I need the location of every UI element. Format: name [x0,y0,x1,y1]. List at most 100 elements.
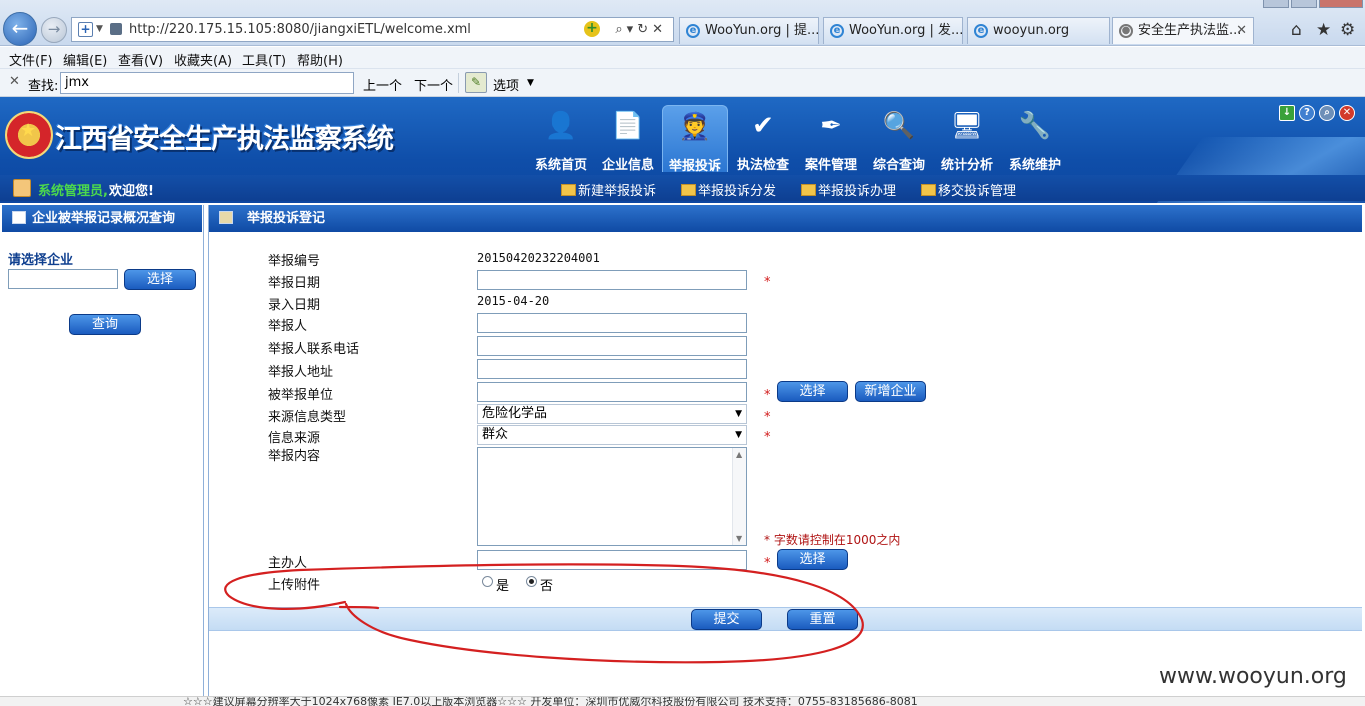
highlight-icon[interactable]: ✎ [465,72,487,93]
tab-label: 安全生产执法监... [1138,23,1242,38]
tab-active[interactable]: ● 安全生产执法监... ✕ [1112,17,1254,44]
nav-maintenance[interactable]: 🔧 系统维护 [1002,105,1068,173]
nav-label: 统计分析 [940,158,993,173]
find-next-button[interactable]: 下一个 [414,75,453,94]
subnav-label: 移交投诉管理 [938,184,1017,199]
close-find-icon[interactable]: ✕ [9,74,20,89]
menu-favorites[interactable]: 收藏夹(A) [174,50,232,69]
reporter-phone-input[interactable] [477,336,747,356]
report-no-label: 举报编号 [268,254,321,269]
download-icon[interactable]: ↓ [1279,105,1295,121]
page-footer: ☆☆☆建议屏幕分辨率大于1024x768像素 IE7.0以上版本浏览器☆☆☆ 开… [0,696,1365,706]
subnav-distribute[interactable]: 举报投诉分发 [681,180,776,199]
nav-company-info[interactable]: 📄 企业信息 [595,105,661,173]
subnav-transfer[interactable]: 移交投诉管理 [921,180,1016,199]
entry-date-value: 2015-04-20 [477,294,550,308]
subnav-label: 举报投诉办理 [818,184,897,199]
compatibility-icon[interactable]: + [584,21,600,37]
sub-navigation: 系统管理员, 欢迎您! 新建举报投诉 举报投诉分发 举报投诉办理 移交投诉管理 [0,175,1365,201]
content-limit-hint: * 字数请控制在1000之内 [764,531,900,548]
left-panel: 企业被举报记录概况查询 请选择企业 选择 查询 [0,205,204,706]
reporter-input[interactable] [477,313,747,333]
gear-icon[interactable]: ⚙ [1340,20,1355,40]
document-icon: 📄 [611,111,645,141]
reported-unit-input[interactable] [477,382,747,402]
add-company-button[interactable]: 新增企业 [855,381,926,402]
find-prev-button[interactable]: 上一个 [363,75,402,94]
select-company-label: 请选择企业 [8,253,74,268]
menu-view[interactable]: 查看(V) [118,50,163,69]
upload-no-radio[interactable] [526,576,537,587]
query-button[interactable]: 查询 [69,314,141,335]
source-type-select[interactable]: 危险化学品 ▼ [477,404,747,424]
find-label: 查找: [28,79,59,94]
select-handler-button[interactable]: 选择 [777,549,848,570]
nav-inspection[interactable]: ✔ 执法检查 [730,105,796,173]
help-icon[interactable]: ? [1299,105,1315,121]
source-type-label: 来源信息类型 [268,410,347,425]
maximize-button[interactable] [1291,0,1317,8]
search-icon[interactable]: ⌕ [1319,105,1335,121]
upload-no-label: 否 [540,579,554,594]
nav-label: 企业信息 [601,158,654,173]
company-input[interactable] [8,269,118,289]
nav-home[interactable]: 👤 系统首页 [528,105,594,173]
subnav-new-complaint[interactable]: 新建举报投诉 [561,180,656,199]
checklist-icon: ✔ [752,111,774,141]
scroll-up-icon[interactable]: ▲ [736,450,742,459]
address-tools[interactable]: ⌕▾↻✕ [615,18,667,41]
left-panel-title: 企业被举报记录概况查询 [32,211,176,226]
nav-query[interactable]: 🔍 综合查询 [866,105,932,173]
folder-icon [801,184,816,196]
reporter-address-input[interactable] [477,359,747,379]
report-date-input[interactable] [477,270,747,290]
reporter-label: 举报人 [268,319,308,334]
tab-wooyun-1[interactable]: e WooYun.org | 提... [679,17,819,44]
nav-label: 综合查询 [872,158,925,173]
nav-label: 案件管理 [804,158,857,173]
star-icon[interactable]: ★ [1316,20,1331,40]
menu-edit[interactable]: 编辑(E) [63,50,107,69]
handler-input[interactable] [477,550,747,570]
watermark: www.wooyun.org [1159,664,1347,689]
select-unit-button[interactable]: 选择 [777,381,848,402]
tools-icon: 🔧 [1018,111,1052,141]
close-tab-icon[interactable]: ✕ [1236,18,1247,43]
back-button[interactable]: ← [3,12,37,46]
upload-yes-radio[interactable] [482,576,493,587]
home-icon[interactable]: ⌂ [1291,20,1302,40]
reset-button[interactable]: 重置 [787,609,858,630]
handler-label: 主办人 [268,556,308,571]
close-icon[interactable]: ✕ [1339,105,1355,121]
minimize-button[interactable] [1263,0,1289,8]
info-source-select[interactable]: 群众 ▼ [477,425,747,445]
address-bar[interactable]: + ▼ http://220.175.15.105:8080/jiangxiET… [71,17,674,42]
menu-help[interactable]: 帮助(H) [297,50,343,69]
menu-file[interactable]: 文件(F) [9,50,53,69]
scroll-down-icon[interactable]: ▼ [736,534,742,543]
chevron-down-icon[interactable]: ▼ [527,78,534,88]
divider [458,73,459,93]
person-icon: 👤 [544,111,578,141]
nav-complaints[interactable]: 👮 举报投诉 [662,105,728,174]
nav-cases[interactable]: ✒ 案件管理 [798,105,864,173]
menu-tools[interactable]: 工具(T) [242,50,286,69]
info-source-value: 群众 [482,427,509,442]
find-input[interactable]: jmx [60,72,354,94]
select-company-button[interactable]: 选择 [124,269,196,290]
magnifier-icon: 🔍 [882,111,916,141]
find-options-button[interactable]: 选项 [493,75,519,94]
forward-button[interactable]: → [41,17,67,43]
chevron-down-icon: ▼ [735,430,742,440]
content-textarea[interactable]: ▲ ▼ [477,447,747,546]
nav-statistics[interactable]: 🖥 统计分析 [934,105,1000,173]
close-window-button[interactable] [1319,0,1363,8]
subnav-handle[interactable]: 举报投诉办理 [801,180,896,199]
tab-wooyun-3[interactable]: e wooyun.org [967,17,1110,44]
chevron-down-icon[interactable]: ▼ [96,18,103,41]
textarea-scrollbar[interactable]: ▲ ▼ [732,448,746,545]
left-panel-header: 企业被举报记录概况查询 [2,205,202,232]
tab-wooyun-2[interactable]: e WooYun.org | 发... [823,17,963,44]
find-bar: ✕ 查找: jmx 上一个 下一个 ✎ 选项 ▼ [0,69,1365,97]
submit-button[interactable]: 提交 [691,609,762,630]
